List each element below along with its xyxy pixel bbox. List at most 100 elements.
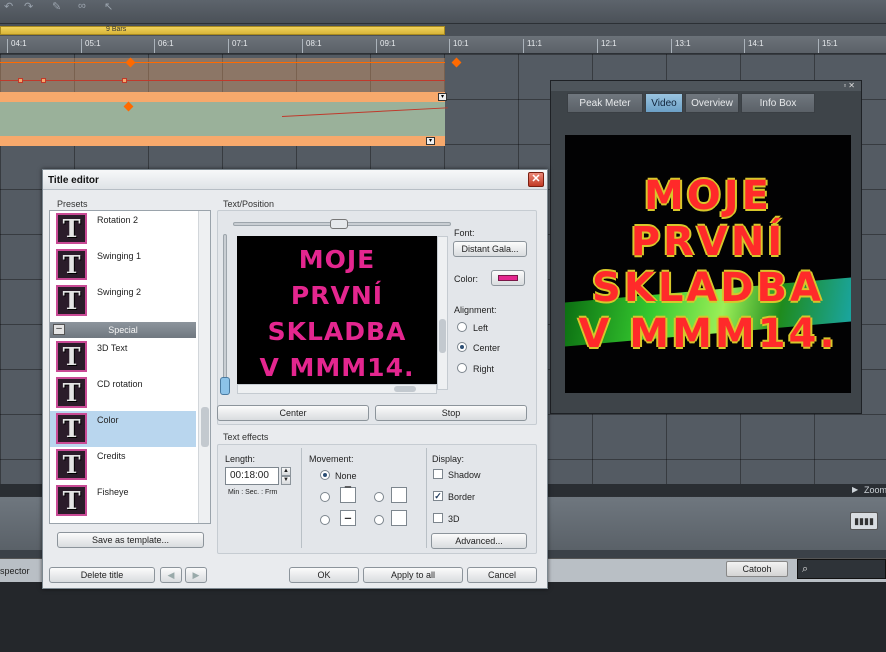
shadow-checkbox[interactable] [433,469,443,479]
align-left-label[interactable]: Left [473,323,488,333]
ok-button[interactable]: OK [289,567,359,583]
title-line: V MMM14. [578,311,838,357]
preset-group-special[interactable]: – Special [50,322,196,338]
list-item[interactable]: T CD rotation [50,375,196,411]
list-item[interactable]: T 3D Text [50,339,196,375]
tab-video[interactable]: Video [645,93,683,113]
catooh-button[interactable]: Catooh [726,561,788,577]
loop-icon[interactable]: ∞ [78,0,86,12]
align-right-label[interactable]: Right [473,364,494,374]
cancel-button[interactable]: Cancel [467,567,537,583]
clip-header[interactable] [0,92,445,102]
apply-to-all-button[interactable]: Apply to all [363,567,463,583]
ruler-tick: 09:1 [376,39,396,53]
close-button[interactable]: ✕ [528,172,544,187]
scroll-thumb[interactable] [394,386,416,392]
delete-title-button[interactable]: Delete title [49,567,155,583]
cursor-icon[interactable]: ↖ [104,0,113,13]
scroll-thumb[interactable] [201,407,209,447]
clip-automation[interactable] [0,58,445,92]
preview-vertical-scrollbar[interactable] [437,236,448,390]
preset-label: Credits [97,451,126,461]
presets-list[interactable]: T Rotation 2 T Swinging 1 T Swinging 2 –… [49,210,211,524]
list-item[interactable]: T Fisheye [50,483,196,519]
movement-bottom-icon: ▁ [340,510,356,526]
alignment-label: Alignment: [454,305,497,315]
arrow-right-icon: ▶ [192,570,200,580]
font-button[interactable]: Distant Gala... [453,241,527,257]
3d-label[interactable]: 3D [448,514,460,524]
movement-radio-right[interactable] [374,492,384,502]
preset-label: Rotation 2 [97,215,139,225]
center-button[interactable]: Center [217,405,369,421]
list-item[interactable]: T Swinging 2 [50,283,196,319]
video-clip[interactable] [0,102,445,136]
slider-thumb[interactable] [220,377,230,395]
color-picker-button[interactable] [491,270,525,286]
movement-radio-top[interactable] [320,492,330,502]
automation-node[interactable] [451,57,462,68]
align-center-label[interactable]: Center [473,343,500,353]
view-toggle-button[interactable]: ▮▮▮▮ [850,512,878,530]
list-item[interactable]: T Swinging 1 [50,247,196,283]
horizontal-position-slider[interactable] [233,219,451,229]
video-window-titlebar[interactable]: ▫✕ [551,81,861,91]
undo-icon[interactable]: ↶ [4,0,13,13]
advanced-button[interactable]: Advanced... [431,533,527,549]
movement-none-label[interactable]: None [335,471,357,481]
next-button[interactable]: ▶ [185,567,207,583]
tab-overview[interactable]: Overview [685,93,739,113]
scroll-thumb[interactable] [439,319,446,353]
automation-node[interactable] [41,78,46,83]
automation-node[interactable] [18,78,23,83]
preview-horizontal-scrollbar[interactable] [237,384,437,394]
list-item-selected[interactable]: T Color [50,411,196,447]
search-icon: ⌕ [802,563,809,575]
preset-label: Swinging 2 [97,287,142,297]
step-down-icon[interactable]: ▼ [281,476,291,485]
align-center-radio[interactable] [457,342,467,352]
search-input[interactable]: ⌕ [797,559,886,579]
save-as-template-button[interactable]: Save as template... [57,532,204,548]
inspector-label[interactable]: spector [0,566,30,576]
movement-label: Movement: [309,454,354,464]
range-marker[interactable]: 9 Bars [0,26,445,35]
3d-checkbox[interactable] [433,513,443,523]
dialog-titlebar[interactable]: Title editor ✕ [43,170,547,190]
step-up-icon[interactable]: ▲ [281,467,291,476]
clip-header[interactable] [0,136,445,146]
movement-radio-left[interactable] [374,515,384,525]
clip-dropdown-icon[interactable]: ▾ [438,93,447,101]
scroll-right-icon[interactable]: ▶ [852,485,858,494]
video-screen: MOJE PRVNÍ SKLADBA V MMM14. [565,135,851,393]
border-label[interactable]: Border [448,492,475,502]
length-stepper[interactable]: ▲ ▼ [281,467,291,485]
preview-line: V MMM14. [259,353,415,382]
presets-scrollbar[interactable] [198,211,210,523]
close-icon: ✕ [531,173,541,185]
redo-icon[interactable]: ↷ [24,0,33,13]
title-line: MOJE [643,173,772,219]
slider-thumb[interactable] [330,219,348,229]
vertical-position-slider[interactable] [220,234,230,395]
tool-icon[interactable]: ✎ [52,0,61,13]
align-right-radio[interactable] [457,363,467,373]
stop-button[interactable]: Stop [375,405,527,421]
length-input[interactable]: 00:18:00 [225,467,279,485]
automation-node[interactable] [122,78,127,83]
align-left-radio[interactable] [457,322,467,332]
border-checkbox[interactable]: ✓ [433,491,443,501]
list-item[interactable]: T Credits [50,447,196,483]
divider [301,448,302,548]
timeline-ruler[interactable]: 04:1 05:1 06:1 07:1 08:1 09:1 10:1 11:1 … [0,36,886,54]
tab-peak-meter[interactable]: Peak Meter [567,93,643,113]
list-item[interactable]: T Rotation 2 [50,211,196,247]
title-preview[interactable]: MOJE PRVNÍ SKLADBA V MMM14. [237,236,437,384]
tab-info-box[interactable]: Info Box [741,93,815,113]
shadow-label[interactable]: Shadow [448,470,481,480]
previous-button[interactable]: ◀ [160,567,182,583]
movement-none-radio[interactable] [320,470,330,480]
close-icon[interactable]: ✕ [848,81,857,90]
movement-radio-bottom[interactable] [320,515,330,525]
clip-dropdown-icon[interactable]: ▾ [426,137,435,145]
